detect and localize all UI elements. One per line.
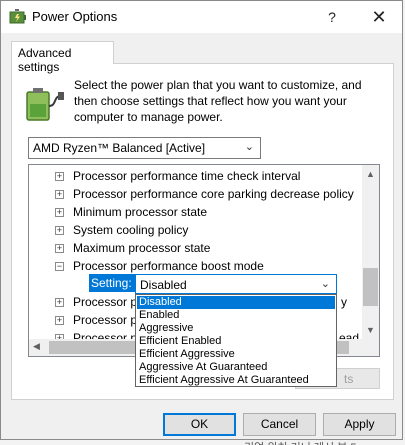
tree-row[interactable]: + System cooling policy — [29, 221, 362, 239]
power-plan-value: AMD Ryzen™ Balanced [Active] — [33, 141, 206, 155]
tree-row[interactable]: + Maximum processor state — [29, 239, 362, 257]
scroll-up-icon[interactable]: ▲ — [366, 169, 375, 179]
tree-row[interactable]: + Minimum processor state — [29, 203, 362, 221]
power-options-icon — [9, 9, 26, 24]
cancel-button[interactable]: Cancel — [243, 413, 316, 436]
close-button[interactable]: ✕ — [356, 1, 402, 33]
tree-row-label: Processor pe — [73, 295, 144, 309]
window-title: Power Options — [32, 9, 118, 24]
setting-value-select[interactable]: Disabled ⌄ — [135, 274, 337, 294]
background-window-text: 리얼 위치 커니 레서 부 5 — [244, 439, 404, 445]
dropdown-option[interactable]: Efficient Aggressive — [137, 348, 335, 361]
ok-button[interactable]: OK — [163, 413, 236, 436]
expand-icon[interactable]: + — [55, 208, 64, 217]
dropdown-option[interactable]: Aggressive At Guaranteed — [137, 361, 335, 374]
expand-icon[interactable]: + — [55, 172, 64, 181]
tree-row-label: Minimum processor state — [73, 205, 208, 219]
collapse-icon[interactable]: − — [55, 262, 64, 271]
tree-row[interactable]: + Processor performance time check inter… — [29, 167, 362, 185]
expand-icon[interactable]: + — [55, 190, 64, 199]
power-options-dialog: Power Options ? ✕ Advanced settings Sele… — [0, 0, 403, 440]
restore-defaults-label: ts — [344, 372, 354, 386]
dropdown-option[interactable]: Efficient Enabled — [137, 335, 335, 348]
vertical-scrollbar[interactable]: ▲ ▼ — [362, 165, 379, 339]
apply-button[interactable]: Apply — [323, 413, 396, 436]
description-text: Select the power plan that you want to c… — [74, 78, 362, 124]
scroll-left-icon[interactable]: ◀ — [33, 341, 40, 352]
tree-row-label: Processor performance core parking decre… — [73, 187, 354, 201]
tree-row-label: System cooling policy — [73, 223, 189, 237]
chevron-down-icon: ⌄ — [244, 141, 254, 153]
expand-icon[interactable]: + — [55, 226, 64, 235]
help-button[interactable]: ? — [309, 1, 355, 33]
tree-row[interactable]: + Processor performance core parking dec… — [29, 185, 362, 203]
battery-plug-icon — [26, 88, 64, 121]
tree-row-expanded[interactable]: − Processor performance boost mode — [29, 257, 362, 275]
setting-label: Setting: — [89, 274, 138, 292]
scroll-down-icon[interactable]: ▼ — [366, 325, 375, 335]
chevron-down-icon: ⌄ — [320, 278, 330, 290]
setting-dropdown-list[interactable]: Disabled Enabled Aggressive Efficient En… — [135, 294, 337, 387]
dropdown-option[interactable]: Disabled — [137, 296, 335, 309]
tree-row-label: Processor performance time check interva… — [73, 169, 301, 183]
power-plan-select[interactable]: AMD Ryzen™ Balanced [Active] ⌄ — [28, 137, 261, 159]
title-bar[interactable]: Power Options ? ✕ — [1, 1, 402, 33]
expand-icon[interactable]: + — [55, 244, 64, 253]
expand-icon[interactable]: + — [55, 316, 64, 325]
setting-value: Disabled — [140, 278, 187, 292]
scroll-corner — [362, 339, 379, 356]
dropdown-option[interactable]: Efficient Aggressive At Guaranteed — [137, 374, 335, 387]
tree-row-label: Processor performance boost mode — [73, 259, 264, 273]
tree-row-label: Maximum processor state — [73, 241, 211, 255]
dropdown-option[interactable]: Aggressive — [137, 322, 335, 335]
tree-row-label-tail: y — [341, 295, 347, 309]
dropdown-option[interactable]: Enabled — [137, 309, 335, 322]
expand-icon[interactable]: + — [55, 298, 64, 307]
tab-advanced-settings[interactable]: Advanced settings — [11, 41, 114, 74]
scroll-thumb[interactable] — [363, 268, 378, 306]
tree-row-label: Processor pe — [73, 313, 144, 327]
